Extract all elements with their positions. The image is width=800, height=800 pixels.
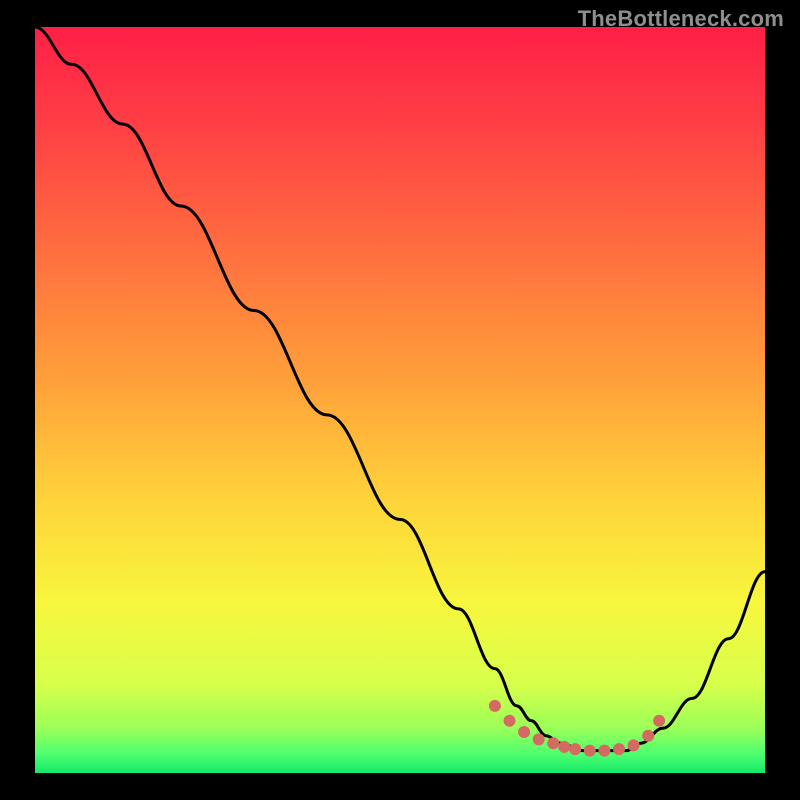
watermark-text: TheBottleneck.com xyxy=(578,6,784,32)
trough-dot xyxy=(598,745,610,757)
trough-dot xyxy=(569,743,581,755)
trough-dot xyxy=(518,726,530,738)
trough-dot xyxy=(504,715,516,727)
trough-dot xyxy=(642,730,654,742)
trough-dot xyxy=(533,733,545,745)
plot-area xyxy=(35,27,765,773)
trough-dot xyxy=(628,739,640,751)
trough-dot xyxy=(489,700,501,712)
trough-dot xyxy=(547,737,559,749)
trough-dot xyxy=(584,745,596,757)
trough-dot xyxy=(558,741,570,753)
chart-frame: TheBottleneck.com xyxy=(0,0,800,800)
trough-dot xyxy=(653,715,665,727)
bottleneck-curve xyxy=(35,27,765,773)
trough-dot xyxy=(613,743,625,755)
